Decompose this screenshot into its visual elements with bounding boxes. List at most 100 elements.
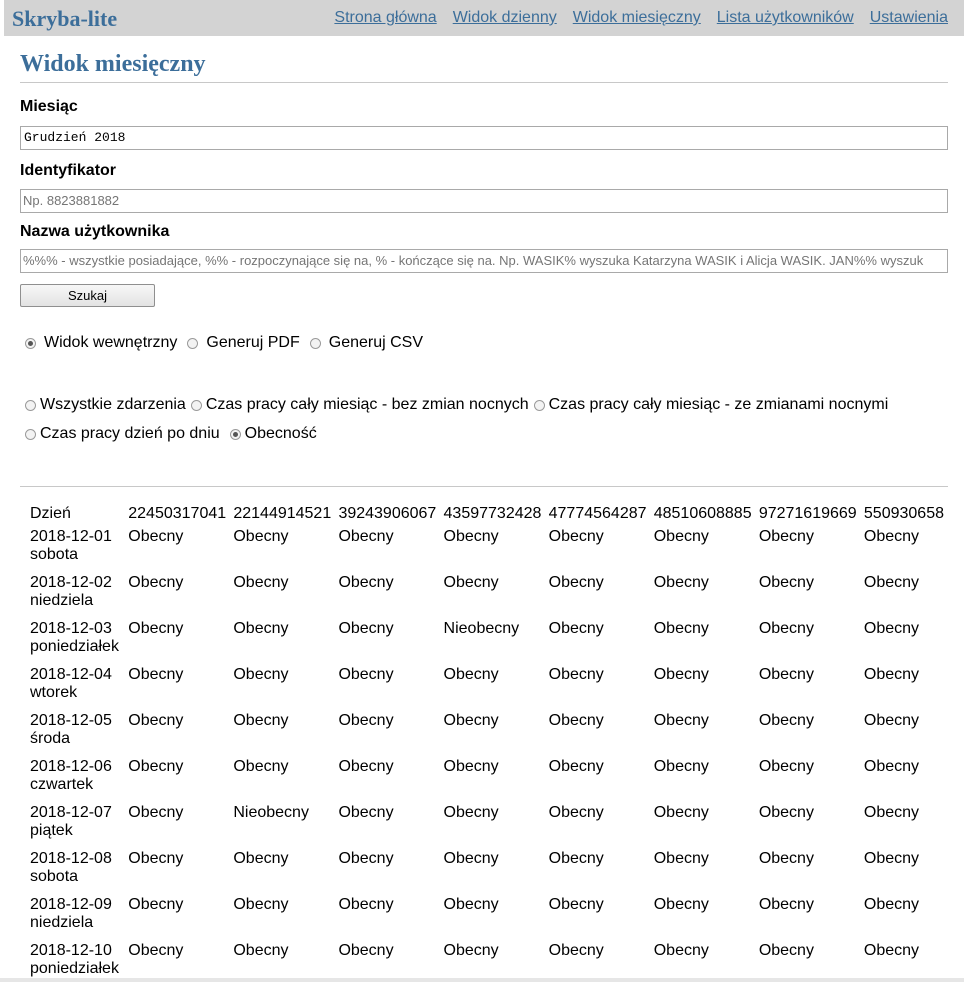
month-input-value: Grudzień 2018 xyxy=(24,130,126,145)
attendance-cell: Obecny xyxy=(758,574,814,591)
attendance-cell: Obecny xyxy=(338,712,394,729)
radio-generate-pdf-label: Generuj PDF xyxy=(206,334,300,351)
attendance-cell: Obecny xyxy=(128,804,184,821)
nav-link-settings[interactable]: Ustawienia xyxy=(870,9,948,27)
table-row: 2018-12-01 sobota Obecny Obecny Obecny Obecny… xyxy=(26,528,964,574)
day-weekday: niedziela xyxy=(30,592,94,609)
attendance-cell: Obecny xyxy=(548,896,604,913)
radio-internal-view-label: Widok wewnętrzny xyxy=(44,334,178,351)
attendance-cell: Obecny xyxy=(128,850,184,867)
username-label: Nazwa użytkownika xyxy=(20,223,170,240)
attendance-cell: Obecny xyxy=(128,528,184,545)
attendance-cell: Obecny xyxy=(653,620,709,637)
table-row: 2018-12-07 piątek Obecny Nieobecny Obecny Obe… xyxy=(26,804,964,850)
attendance-cell: Obecny xyxy=(338,666,394,683)
attendance-cell: Nieobecny xyxy=(233,804,309,821)
attendance-cell: Obecny xyxy=(758,666,814,683)
attendance-cell: Obecny xyxy=(653,574,709,591)
month-input[interactable]: Grudzień 2018 xyxy=(20,126,948,150)
day-cell: 2018-12-09 niedziela xyxy=(26,896,128,942)
attendance-cell: Obecny xyxy=(233,528,289,545)
attendance-cell: Obecny xyxy=(548,850,604,867)
attendance-cell: Obecny xyxy=(443,804,499,821)
day-date: 2018-12-05 xyxy=(30,712,112,729)
attendance-cell: Obecny xyxy=(443,758,499,775)
identifier-input[interactable]: Np. 8823881882 xyxy=(20,189,948,213)
day-date: 2018-12-10 xyxy=(30,942,112,959)
attendance-cell: Obecny xyxy=(863,528,920,545)
radio-worktime-no-night[interactable] xyxy=(190,399,202,411)
attendance-cell: Obecny xyxy=(128,896,184,913)
radio-all-events-label: Wszystkie zdarzenia xyxy=(40,396,186,413)
attendance-cell: Obecny xyxy=(758,712,814,729)
attendance-cell: Obecny xyxy=(128,666,184,683)
table-body: 2018-12-01 sobota Obecny Obecny Obecny Obecny… xyxy=(26,528,964,988)
nav-link-daily-view[interactable]: Widok dzienny xyxy=(453,9,557,27)
attendance-cell: Obecny xyxy=(443,574,499,591)
attendance-cell: Obecny xyxy=(128,574,184,591)
attendance-cell: Obecny xyxy=(233,896,289,913)
day-date: 2018-12-01 xyxy=(30,528,112,545)
attendance-cell: Obecny xyxy=(338,804,394,821)
attendance-cell: Obecny xyxy=(338,896,394,913)
day-date: 2018-12-08 xyxy=(30,850,112,867)
radio-all-events[interactable] xyxy=(25,399,36,411)
radio-attendance[interactable] xyxy=(229,428,241,440)
attendance-cell: Obecny xyxy=(758,758,814,775)
attendance-cell: Obecny xyxy=(548,620,604,637)
app-brand[interactable]: Skryba-lite xyxy=(12,6,117,32)
attendance-cell: Obecny xyxy=(233,758,289,775)
day-weekday: niedziela xyxy=(30,914,94,931)
attendance-cell: Obecny xyxy=(338,620,394,637)
day-weekday: środa xyxy=(30,730,71,747)
radio-internal-view[interactable] xyxy=(25,337,36,349)
table-header-row: Dzień 22450317041 22144914521 3924390606… xyxy=(26,500,964,528)
table-row: 2018-12-04 wtorek Obecny Obecny Obecny Obecny… xyxy=(26,666,964,712)
attendance-cell: Nieobecny xyxy=(443,620,520,637)
identifier-label: Identyfikator xyxy=(20,162,117,179)
table-row: 2018-12-05 środa Obecny Obecny Obecny Obecny O… xyxy=(26,712,964,758)
column-header-user: 39243906067 xyxy=(338,505,437,522)
attendance-cell: Obecny xyxy=(758,528,814,545)
table-row: 2018-12-08 sobota Obecny Obecny Obecny Obecny… xyxy=(26,850,964,896)
nav-link-home[interactable]: Strona główna xyxy=(334,9,436,27)
attendance-cell: Obecny xyxy=(863,666,920,683)
day-cell: 2018-12-03 poniedziałek xyxy=(26,620,128,666)
day-cell: 2018-12-07 piątek xyxy=(26,804,128,850)
report-options-row-2: Czas pracy dzień po dniu Obecność xyxy=(25,425,317,443)
attendance-cell: Obecny xyxy=(338,758,394,775)
column-header-user: 22144914521 xyxy=(233,505,332,522)
radio-attendance-label: Obecność xyxy=(244,425,317,442)
main-content: Widok miesięczny Miesiąc Grudzień 2018 I… xyxy=(20,36,948,487)
day-date: 2018-12-02 xyxy=(30,574,112,591)
radio-worktime-no-night-label: Czas pracy cały miesiąc - bez zmian nocn… xyxy=(205,396,529,413)
attendance-cell: Obecny xyxy=(548,666,604,683)
page-title: Widok miesięczny xyxy=(20,36,948,83)
attendance-cell: Obecny xyxy=(443,666,499,683)
attendance-cell: Obecny xyxy=(653,896,709,913)
attendance-cell: Obecny xyxy=(863,850,920,867)
attendance-cell: Obecny xyxy=(548,712,604,729)
attendance-cell: Obecny xyxy=(233,620,289,637)
day-cell: 2018-12-06 czwartek xyxy=(26,758,128,804)
attendance-cell: Obecny xyxy=(338,528,394,545)
radio-generate-csv[interactable] xyxy=(309,337,321,349)
attendance-cell: Obecny xyxy=(653,528,709,545)
attendance-cell: Obecny xyxy=(863,620,920,637)
attendance-cell: Obecny xyxy=(758,804,814,821)
attendance-cell: Obecny xyxy=(653,712,709,729)
table-row: 2018-12-03 poniedziałek Obecny Obecny Obecny… xyxy=(26,620,964,666)
attendance-cell: Obecny xyxy=(548,804,604,821)
radio-worktime-daily[interactable] xyxy=(25,428,36,440)
radio-generate-pdf[interactable] xyxy=(187,337,199,349)
output-options: Widok wewnętrzny Generuj PDF Generuj CSV xyxy=(25,334,423,352)
radio-worktime-with-night[interactable] xyxy=(533,399,545,411)
day-weekday: piątek xyxy=(30,822,73,839)
horizontal-scrollbar[interactable] xyxy=(0,978,964,982)
nav-link-user-list[interactable]: Lista użytkowników xyxy=(717,9,854,27)
month-label: Miesiąc xyxy=(20,98,78,115)
attendance-cell: Obecny xyxy=(548,758,604,775)
nav-link-monthly-view[interactable]: Widok miesięczny xyxy=(573,9,701,27)
search-button[interactable]: Szukaj xyxy=(20,284,155,307)
username-input[interactable]: %%% - wszystkie posiadające, %% - rozpoc… xyxy=(20,249,948,273)
